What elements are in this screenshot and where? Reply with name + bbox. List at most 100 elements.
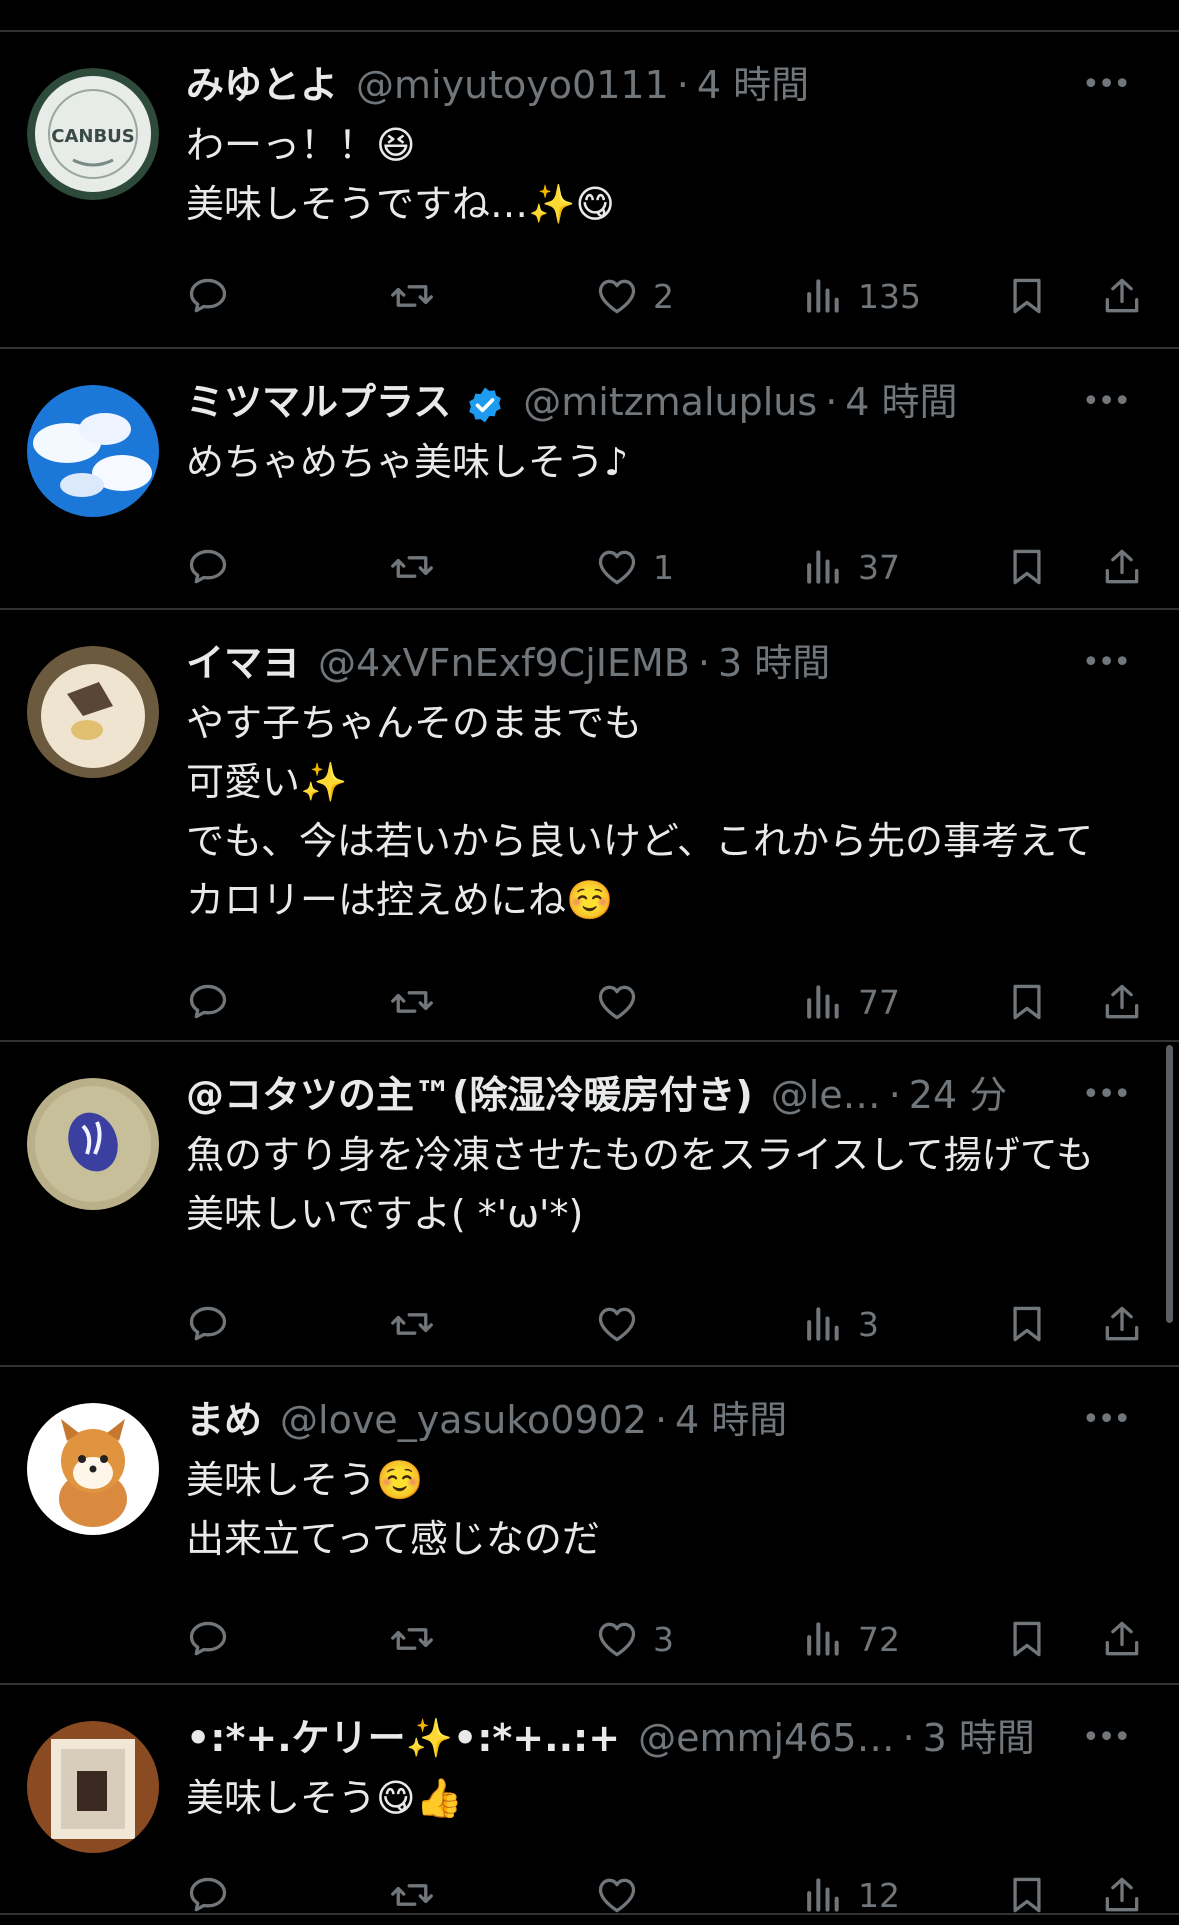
views-icon bbox=[807, 1307, 839, 1341]
bookmark-button[interactable] bbox=[1005, 1609, 1049, 1669]
post-time[interactable]: 24 分 bbox=[909, 1066, 1007, 1124]
reply-button[interactable] bbox=[186, 972, 230, 1032]
avatar[interactable] bbox=[27, 1721, 159, 1853]
user-handle[interactable]: @4xVFnExf9CjIEMB bbox=[318, 634, 690, 692]
like-button[interactable] bbox=[595, 972, 653, 1032]
post-header: @コタツの主™(除湿冷暖房付き) @le… · 24 分 bbox=[186, 1066, 1126, 1124]
bookmark-button[interactable] bbox=[1005, 972, 1049, 1032]
reply-button[interactable] bbox=[186, 1865, 230, 1925]
post-time[interactable]: 4 時間 bbox=[845, 373, 957, 431]
like-button[interactable]: 3 bbox=[595, 1609, 674, 1669]
share-button[interactable] bbox=[1100, 537, 1144, 597]
avatar-logo-text: CANBUS bbox=[51, 126, 135, 147]
like-button[interactable] bbox=[595, 1294, 653, 1354]
retweet-button[interactable] bbox=[390, 1609, 434, 1669]
avatar[interactable] bbox=[27, 646, 159, 778]
more-icon[interactable]: ••• bbox=[1082, 1066, 1131, 1124]
post-time[interactable]: 3 時間 bbox=[718, 634, 830, 692]
display-name[interactable]: •:*+.ケリー✨•:*+..:+ bbox=[186, 1709, 620, 1767]
view-count: 37 bbox=[858, 547, 900, 587]
more-icon[interactable]: ••• bbox=[1082, 634, 1131, 692]
more-icon[interactable]: ••• bbox=[1082, 56, 1131, 114]
more-icon[interactable]: ••• bbox=[1082, 1709, 1131, 1767]
views-button[interactable]: 135 bbox=[800, 266, 921, 326]
reply-button[interactable] bbox=[186, 1609, 230, 1669]
post[interactable]: イマヨ @4xVFnExf9CjIEMB · 3 時間 ••• やす子ちゃんその… bbox=[0, 610, 1179, 1042]
like-button[interactable]: 1 bbox=[595, 537, 674, 597]
reply-icon bbox=[189, 984, 227, 1019]
avatar[interactable] bbox=[27, 1403, 159, 1535]
post-time[interactable]: 4 時間 bbox=[675, 1391, 787, 1449]
post[interactable]: CANBUS みゆとよ @miyutoyo0111 · 4 時間 ••• わーっ… bbox=[0, 32, 1179, 349]
reply-button[interactable] bbox=[186, 1294, 230, 1354]
post-time[interactable]: 4 時間 bbox=[697, 56, 809, 114]
verified-badge-icon bbox=[469, 387, 502, 422]
user-handle[interactable]: @mitzmaluplus bbox=[523, 373, 817, 431]
like-button[interactable] bbox=[595, 1865, 653, 1925]
reply-button[interactable] bbox=[186, 266, 230, 326]
share-icon bbox=[1105, 1306, 1139, 1341]
view-count: 135 bbox=[858, 276, 921, 316]
post-header: みゆとよ @miyutoyo0111 · 4 時間 bbox=[186, 56, 1126, 114]
bookmark-button[interactable] bbox=[1005, 266, 1049, 326]
post[interactable]: ミツマルプラス @mitzmaluplus · 4 時間 ••• めちゃめちゃ美… bbox=[0, 349, 1179, 610]
bookmark-button[interactable] bbox=[1005, 1294, 1049, 1354]
bookmark-button[interactable] bbox=[1005, 537, 1049, 597]
post[interactable]: まめ @love_yasuko0902 · 4 時間 ••• 美味しそう☺️ 出… bbox=[0, 1367, 1179, 1685]
avatar[interactable]: CANBUS bbox=[27, 68, 159, 200]
share-button[interactable] bbox=[1100, 266, 1144, 326]
bookmark-icon bbox=[1013, 549, 1041, 585]
retweet-button[interactable] bbox=[390, 1294, 434, 1354]
user-handle[interactable]: @miyutoyo0111 bbox=[356, 56, 669, 114]
scrollbar[interactable] bbox=[1166, 1045, 1173, 1323]
like-count: 2 bbox=[653, 276, 674, 316]
retweet-button[interactable] bbox=[390, 266, 434, 326]
display-name[interactable]: みゆとよ bbox=[186, 56, 338, 114]
views-button[interactable]: 72 bbox=[800, 1609, 900, 1669]
views-icon bbox=[807, 279, 839, 313]
retweet-button[interactable] bbox=[390, 972, 434, 1032]
action-bar: 1 37 bbox=[0, 537, 1179, 597]
retweet-icon bbox=[391, 556, 433, 578]
action-bar: 2 135 bbox=[0, 266, 1179, 326]
heart-icon bbox=[598, 1622, 636, 1657]
action-bar: 12 bbox=[0, 1865, 1179, 1925]
heart-icon bbox=[598, 550, 636, 585]
views-button[interactable]: 37 bbox=[800, 537, 900, 597]
action-bar: 3 72 bbox=[0, 1609, 1179, 1669]
avatar[interactable] bbox=[27, 385, 159, 517]
views-button[interactable]: 77 bbox=[800, 972, 900, 1032]
more-icon[interactable]: ••• bbox=[1082, 1391, 1131, 1449]
user-handle[interactable]: @love_yasuko0902 bbox=[280, 1391, 647, 1449]
bookmark-icon bbox=[1013, 278, 1041, 314]
more-icon[interactable]: ••• bbox=[1082, 373, 1131, 431]
reply-icon bbox=[189, 1306, 227, 1341]
share-button[interactable] bbox=[1100, 1609, 1144, 1669]
post[interactable]: @コタツの主™(除湿冷暖房付き) @le… · 24 分 ••• 魚のすり身を冷… bbox=[0, 1042, 1179, 1367]
action-bar: 3 bbox=[0, 1294, 1179, 1354]
share-button[interactable] bbox=[1100, 1865, 1144, 1925]
share-icon bbox=[1105, 278, 1139, 313]
reply-button[interactable] bbox=[186, 537, 230, 597]
retweet-icon bbox=[391, 1313, 433, 1335]
post-header: イマヨ @4xVFnExf9CjIEMB · 3 時間 bbox=[186, 634, 1126, 692]
views-button[interactable]: 12 bbox=[800, 1865, 900, 1925]
display-name[interactable]: ミツマルプラス bbox=[186, 373, 451, 431]
bookmark-icon bbox=[1013, 1621, 1041, 1657]
retweet-button[interactable] bbox=[390, 1865, 434, 1925]
share-button[interactable] bbox=[1100, 972, 1144, 1032]
bookmark-button[interactable] bbox=[1005, 1865, 1049, 1925]
display-name[interactable]: まめ bbox=[186, 1391, 262, 1449]
display-name[interactable]: @コタツの主™(除湿冷暖房付き) bbox=[186, 1066, 753, 1124]
share-icon bbox=[1105, 984, 1139, 1019]
share-button[interactable] bbox=[1100, 1294, 1144, 1354]
views-button[interactable]: 3 bbox=[800, 1294, 879, 1354]
display-name[interactable]: イマヨ bbox=[186, 634, 300, 692]
user-handle[interactable]: @emmj465… bbox=[638, 1709, 895, 1767]
avatar[interactable] bbox=[27, 1078, 159, 1210]
views-icon bbox=[807, 1622, 839, 1656]
post-time[interactable]: 3 時間 bbox=[923, 1709, 1035, 1767]
retweet-button[interactable] bbox=[390, 537, 434, 597]
user-handle[interactable]: @le… bbox=[771, 1066, 881, 1124]
like-button[interactable]: 2 bbox=[595, 266, 674, 326]
